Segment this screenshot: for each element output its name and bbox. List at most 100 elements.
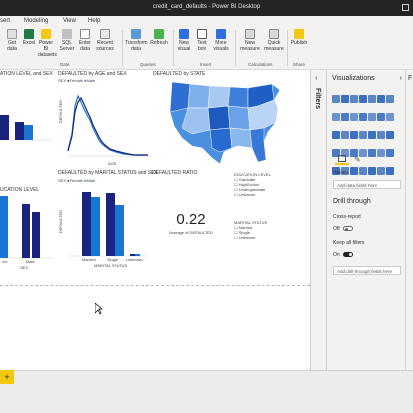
tab-modeling[interactable]: Modeling	[24, 18, 48, 24]
collapse-chevron-icon[interactable]: ‹	[315, 75, 317, 82]
table-icon[interactable]	[368, 149, 376, 157]
percent-bar-icon[interactable]	[368, 95, 376, 103]
fields-tab-icon[interactable]	[335, 155, 349, 165]
refresh-button[interactable]: Refresh	[150, 29, 168, 46]
new-measure-button[interactable]: New measure	[238, 29, 262, 52]
datasets-button[interactable]: Power BI datasets	[38, 29, 57, 58]
collapse-chevron-icon[interactable]: ›	[400, 75, 402, 82]
chart-bar[interactable]	[91, 197, 100, 256]
ribbon-separator	[235, 30, 236, 66]
values-field-well[interactable]: Add data fields here	[333, 180, 401, 189]
pie-icon[interactable]	[332, 131, 340, 139]
map-state[interactable]	[227, 86, 249, 109]
format-paint-roller-icon[interactable]: ✎	[354, 155, 361, 164]
decomposition-tree-icon[interactable]	[350, 167, 358, 175]
map-state[interactable]	[229, 127, 253, 149]
chart-bar[interactable]	[0, 196, 8, 258]
chart-bar[interactable]	[135, 254, 140, 256]
tab-help[interactable]: Help	[88, 18, 100, 24]
age-sex-line-chart[interactable]	[64, 84, 152, 160]
map-state[interactable]	[249, 127, 267, 163]
paginated-report-icon[interactable]	[377, 167, 385, 175]
slicer-item[interactable]: ☐ Unknown	[234, 235, 267, 240]
visual-title: UCATION LEVEL	[0, 187, 40, 193]
chart-bar[interactable]	[24, 125, 33, 140]
chart-bar[interactable]	[130, 254, 135, 256]
gauge-icon[interactable]	[386, 131, 394, 139]
smart-narrative-icon[interactable]	[368, 167, 376, 175]
x-axis-label: MARITAL STATUS	[94, 263, 128, 268]
chart-bar[interactable]	[22, 204, 30, 258]
recent-sources-button[interactable]: Recent sources	[95, 29, 115, 52]
chart-bar[interactable]	[15, 122, 24, 140]
filled-map-icon[interactable]	[368, 131, 376, 139]
line-chart-icon[interactable]	[386, 95, 394, 103]
map-state[interactable]	[169, 81, 191, 113]
donut-icon[interactable]	[341, 131, 349, 139]
text-box-button[interactable]: Text box	[195, 29, 209, 52]
visual-type-gallery	[332, 92, 404, 182]
visual-title: DEFAULTED RATIO	[152, 170, 198, 176]
cross-report-toggle[interactable]	[343, 226, 353, 231]
canvas-background[interactable]	[0, 285, 310, 370]
education-column-chart[interactable]	[0, 194, 54, 260]
add-page-button[interactable]: +	[0, 370, 14, 384]
stacked-bar-icon[interactable]	[332, 95, 340, 103]
marital-status-column-chart[interactable]	[68, 188, 146, 260]
quick-measure-button[interactable]: Quick measure	[264, 29, 284, 52]
chart-bar[interactable]	[0, 115, 9, 140]
matrix-icon[interactable]	[377, 149, 385, 157]
map-icon[interactable]	[359, 131, 367, 139]
clustered-bar-icon[interactable]	[350, 95, 358, 103]
publish-button[interactable]: Publish	[290, 29, 308, 46]
slicer-item[interactable]: ☐ Unknown	[234, 192, 271, 197]
report-canvas[interactable]: ATION LEVEL and SEX DEFAULTED by AGE and…	[0, 70, 310, 285]
qa-icon[interactable]	[359, 167, 367, 175]
scatter-icon[interactable]	[386, 113, 394, 121]
map-state[interactable]	[227, 105, 251, 131]
tab-insert[interactable]: sert	[0, 18, 10, 24]
excel-button[interactable]: Excel	[22, 29, 36, 46]
get-data-button[interactable]: Get data	[5, 29, 19, 52]
education-sex-bar-chart[interactable]	[0, 78, 52, 142]
slicer-education[interactable]: EDUCATION LEVEL ☐ Graduate ☐ HighSchool …	[234, 172, 271, 197]
chart-bar[interactable]	[82, 192, 91, 256]
map-state[interactable]	[207, 105, 231, 131]
treemap-icon[interactable]	[350, 131, 358, 139]
map-state[interactable]	[187, 83, 211, 109]
more-visuals-icon[interactable]	[386, 167, 394, 175]
chart-bar[interactable]	[32, 212, 40, 258]
us-state-map[interactable]	[168, 78, 286, 166]
slicer-marital-status[interactable]: MARITAL STATUS ☐ Married ☐ Single ☐ Unkn…	[234, 220, 267, 240]
chart-bar[interactable]	[115, 205, 124, 256]
clustered-column-icon[interactable]	[359, 95, 367, 103]
tab-view[interactable]: View	[63, 18, 76, 24]
area-chart-icon[interactable]	[332, 113, 340, 121]
map-state[interactable]	[209, 127, 233, 153]
map-state[interactable]	[207, 85, 231, 109]
enter-data-icon	[80, 29, 90, 39]
drill-through-field-well[interactable]: Add drill-through fields here	[333, 266, 401, 275]
keep-filters-toggle[interactable]	[343, 252, 353, 257]
shape-map-icon[interactable]	[377, 131, 385, 139]
transform-data-button[interactable]: Transform data	[125, 29, 148, 52]
funnel-icon[interactable]	[377, 113, 385, 121]
series-line-female[interactable]	[67, 96, 148, 156]
chart-bar[interactable]	[106, 193, 115, 256]
percent-column-icon[interactable]	[377, 95, 385, 103]
stacked-column-icon[interactable]	[341, 95, 349, 103]
new-visual-button[interactable]: New visual	[176, 29, 192, 52]
filters-pane[interactable]: ‹ Filters	[310, 70, 326, 370]
ribbon-chart-icon[interactable]	[359, 113, 367, 121]
card-value[interactable]: 0.22	[160, 211, 222, 228]
stacked-area-icon[interactable]	[341, 113, 349, 121]
line-column-icon[interactable]	[350, 113, 358, 121]
more-visuals-button[interactable]: More visuals	[212, 29, 230, 52]
waterfall-icon[interactable]	[368, 113, 376, 121]
sql-server-button[interactable]: SQL Server	[59, 29, 75, 52]
series-line-male[interactable]	[67, 94, 148, 156]
filters-label: Filters	[314, 88, 321, 110]
enter-data-button[interactable]: Enter data	[78, 29, 92, 52]
maximize-icon[interactable]	[402, 4, 409, 11]
r-visual-icon[interactable]	[386, 149, 394, 157]
